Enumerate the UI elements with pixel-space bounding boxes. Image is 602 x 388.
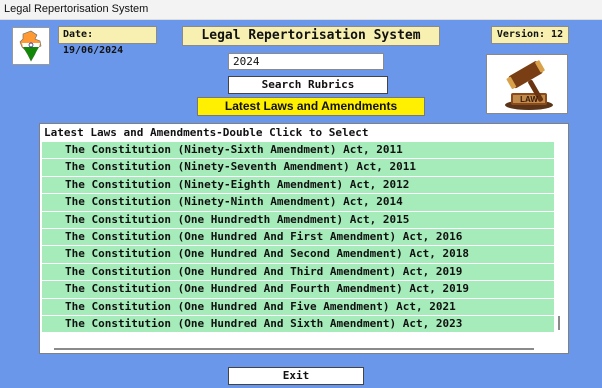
list-rows: The Constitution (Ninety-Sixth Amendment… — [42, 142, 554, 334]
list-item[interactable]: The Constitution (Ninety-Eighth Amendmen… — [42, 176, 554, 195]
title-bar[interactable]: Legal Repertorisation System — [0, 0, 602, 20]
list-item[interactable]: The Constitution (One Hundred And Sixth … — [42, 315, 554, 334]
app-title: Legal Repertorisation System — [182, 26, 440, 46]
app-window: Legal Repertorisation System Date: 19/06… — [0, 0, 602, 388]
list-item[interactable]: The Constitution (One Hundredth Amendmen… — [42, 211, 554, 229]
list-item[interactable]: The Constitution (One Hundred And Five A… — [42, 298, 554, 316]
list-item[interactable]: The Constitution (Ninety-Seventh Amendme… — [42, 159, 554, 177]
list-header: Latest Laws and Amendments-Double Click … — [44, 126, 369, 139]
latest-laws-banner: Latest Laws and Amendments — [197, 97, 425, 116]
search-rubrics-button[interactable]: Search Rubrics — [228, 76, 388, 94]
version-label: Version: 12 — [491, 26, 569, 44]
gavel-law-icon: LAW — [486, 54, 568, 114]
gavel-label: LAW — [520, 95, 538, 104]
list-item[interactable]: The Constitution (Ninety-Sixth Amendment… — [42, 142, 554, 160]
list-item[interactable]: The Constitution (One Hundred And Second… — [42, 246, 554, 264]
list-item[interactable]: The Constitution (One Hundred And Third … — [42, 263, 554, 282]
laws-listbox[interactable]: Latest Laws and Amendments-Double Click … — [39, 123, 569, 354]
list-item[interactable]: The Constitution (One Hundred And Fourth… — [42, 281, 554, 299]
horizontal-scrollbar[interactable] — [54, 348, 534, 350]
window-title: Legal Repertorisation System — [4, 3, 149, 15]
exit-button[interactable]: Exit — [228, 367, 364, 385]
vertical-scrollbar[interactable] — [558, 316, 560, 330]
india-map-emblem-icon — [12, 27, 50, 65]
list-item[interactable]: The Constitution (Ninety-Ninth Amendment… — [42, 194, 554, 212]
year-input[interactable] — [228, 53, 384, 70]
list-item[interactable]: The Constitution (One Hundred And First … — [42, 228, 554, 247]
date-label: Date: 19/06/2024 — [58, 26, 157, 56]
